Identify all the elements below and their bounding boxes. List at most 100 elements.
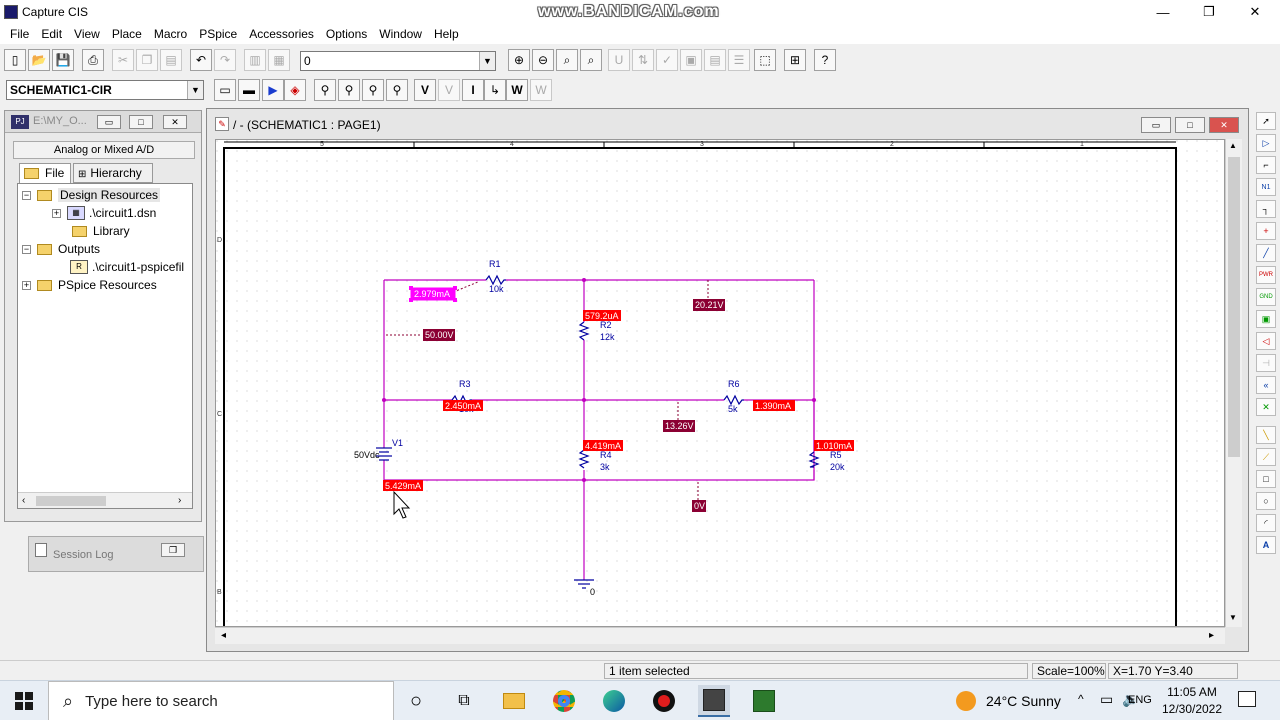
netlist-icon[interactable]: ▣: [680, 49, 702, 71]
collapse-icon[interactable]: −: [22, 190, 31, 200]
schematic-drawing[interactable]: 5 4 3 2 1 D C B R1 10k R2 12k R3 R6 5k R…: [216, 140, 1225, 627]
menu-pspice[interactable]: PSpice: [193, 27, 243, 41]
voltage-label-mid[interactable]: 13.26V: [665, 421, 694, 431]
current-label-r2[interactable]: 579.2uA: [585, 311, 619, 321]
polyline-tool-icon[interactable]: ⟋: [1256, 448, 1276, 466]
clock[interactable]: 11:05 AM 12/30/2022: [1156, 684, 1228, 718]
off-page-connector-icon[interactable]: «: [1256, 376, 1276, 394]
redo-icon[interactable]: ↷: [214, 49, 236, 71]
undo-icon[interactable]: ↶: [190, 49, 212, 71]
r1-value[interactable]: 10k: [489, 284, 504, 294]
r2-value[interactable]: 12k: [600, 332, 615, 342]
current-label-r4[interactable]: 4.419mA: [585, 441, 621, 451]
zoom-in-icon[interactable]: ⊕: [508, 49, 530, 71]
bias-power-icon[interactable]: W: [506, 79, 528, 101]
scroll-down-icon[interactable]: ▼: [1229, 613, 1237, 622]
r2-name[interactable]: R2: [600, 320, 612, 330]
menu-edit[interactable]: Edit: [35, 27, 68, 41]
help-icon[interactable]: ?: [814, 49, 836, 71]
weather-text[interactable]: 24°C Sunny: [986, 693, 1061, 709]
arc-tool-icon[interactable]: ◜: [1256, 514, 1276, 532]
tray-overflow-icon[interactable]: ^: [1078, 692, 1084, 706]
start-button[interactable]: [0, 681, 48, 720]
power-tool-icon[interactable]: PWR: [1256, 266, 1276, 284]
minimize-button[interactable]: —: [1140, 0, 1186, 24]
chevron-down-icon[interactable]: ▼: [187, 81, 203, 99]
scroll-right-icon[interactable]: ▸: [1209, 630, 1214, 641]
v1-value[interactable]: 50Vdc: [354, 450, 380, 460]
voltage-toggle-icon[interactable]: V: [438, 79, 460, 101]
capture-cis-taskbar-icon[interactable]: [698, 685, 730, 717]
r6-name[interactable]: R6: [728, 379, 740, 389]
menu-help[interactable]: Help: [428, 27, 465, 41]
cortana-icon[interactable]: ○: [400, 685, 432, 717]
r6-value[interactable]: 5k: [728, 404, 738, 414]
voltage-label-top-right[interactable]: 20.21V: [695, 300, 724, 310]
bias-current-icon[interactable]: I: [462, 79, 484, 101]
ground-tool-icon[interactable]: GND: [1256, 288, 1276, 306]
no-connect-icon[interactable]: ✕: [1256, 398, 1276, 416]
voltage-marker-icon[interactable]: ⚲: [314, 79, 336, 101]
taskbar-search-box[interactable]: ⌕ Type here to search: [48, 681, 394, 720]
menu-file[interactable]: File: [4, 27, 35, 41]
schematic-horizontal-scrollbar[interactable]: ◂ ▸: [215, 627, 1225, 644]
voltage-label-bottom[interactable]: 0V: [694, 501, 705, 511]
scroll-up-icon[interactable]: ▲: [1229, 141, 1237, 150]
close-button[interactable]: ✕: [1232, 0, 1278, 24]
r1-name[interactable]: R1: [489, 259, 501, 269]
schematic-vertical-scrollbar[interactable]: ▲ ▼: [1225, 139, 1242, 627]
scroll-right-icon[interactable]: ›: [178, 495, 181, 506]
tree-item-pspice-resources[interactable]: + PSpice Resources: [22, 276, 157, 294]
view-results-icon[interactable]: ◈: [284, 79, 306, 101]
print-icon[interactable]: ⎙: [82, 49, 104, 71]
drc-icon[interactable]: ✓: [656, 49, 678, 71]
tree-item-design-resources[interactable]: − Design Resources: [22, 186, 161, 204]
bus-entry-icon[interactable]: ╱: [1256, 244, 1276, 262]
schematic-maximize-button[interactable]: □: [1175, 117, 1205, 133]
project-close-button[interactable]: ✕: [163, 115, 187, 129]
notification-icon[interactable]: [1238, 691, 1256, 707]
current-label-r1[interactable]: 2.979mA: [414, 289, 450, 299]
junction-tool-icon[interactable]: +: [1256, 222, 1276, 240]
chevron-down-icon[interactable]: ▼: [479, 52, 495, 70]
current-label-r5[interactable]: 1.010mA: [816, 441, 852, 451]
power-marker-icon[interactable]: ⚲: [386, 79, 408, 101]
tree-item-outputs[interactable]: − Outputs: [22, 240, 100, 258]
ellipse-tool-icon[interactable]: ○: [1256, 492, 1276, 510]
pspice-taskbar-icon[interactable]: [748, 685, 780, 717]
paste-icon[interactable]: ▤: [160, 49, 182, 71]
snap-to-grid-icon[interactable]: ⬚: [754, 49, 776, 71]
file-explorer-icon[interactable]: [498, 685, 530, 717]
menu-window[interactable]: Window: [373, 27, 428, 41]
tree-item-circuit-dsn[interactable]: + ▦ .\circuit1.dsn: [52, 204, 156, 222]
run-icon[interactable]: ▶: [262, 79, 284, 101]
r4-value[interactable]: 3k: [600, 462, 610, 472]
scroll-thumb[interactable]: [36, 496, 106, 506]
tree-item-pspice-file[interactable]: R .\circuit1-pspicefil: [70, 258, 184, 276]
v1-name[interactable]: V1: [392, 438, 403, 448]
bom-icon[interactable]: ☰: [728, 49, 750, 71]
menu-macro[interactable]: Macro: [148, 27, 193, 41]
maximize-button[interactable]: ❐: [1186, 0, 1232, 24]
menu-place[interactable]: Place: [106, 27, 148, 41]
current-label-r3[interactable]: 2.450mA: [445, 401, 481, 411]
expand-icon[interactable]: +: [52, 208, 61, 218]
menu-view[interactable]: View: [68, 27, 106, 41]
power-toggle-icon[interactable]: W: [530, 79, 552, 101]
diff-marker-icon[interactable]: ⚲: [338, 79, 360, 101]
scroll-left-icon[interactable]: ‹: [22, 495, 25, 506]
tab-file[interactable]: File: [19, 163, 71, 183]
backannotate-icon[interactable]: ⇅: [632, 49, 654, 71]
wire-tool-icon[interactable]: ⌐: [1256, 156, 1276, 174]
tile-icon[interactable]: ▥: [244, 49, 266, 71]
current-label-r6[interactable]: 1.390mA: [755, 401, 791, 411]
network-icon[interactable]: ▭: [1100, 691, 1113, 708]
bus-tool-icon[interactable]: ┐: [1256, 200, 1276, 218]
hierarchical-block-icon[interactable]: ▣: [1256, 310, 1276, 328]
session-restore-button[interactable]: ❐: [161, 543, 185, 557]
language-indicator[interactable]: ENG: [1128, 694, 1152, 706]
expand-icon[interactable]: +: [22, 280, 31, 290]
open-icon[interactable]: 📂: [28, 49, 50, 71]
new-simulation-icon[interactable]: ▭: [214, 79, 236, 101]
zoom-out-icon[interactable]: ⊖: [532, 49, 554, 71]
